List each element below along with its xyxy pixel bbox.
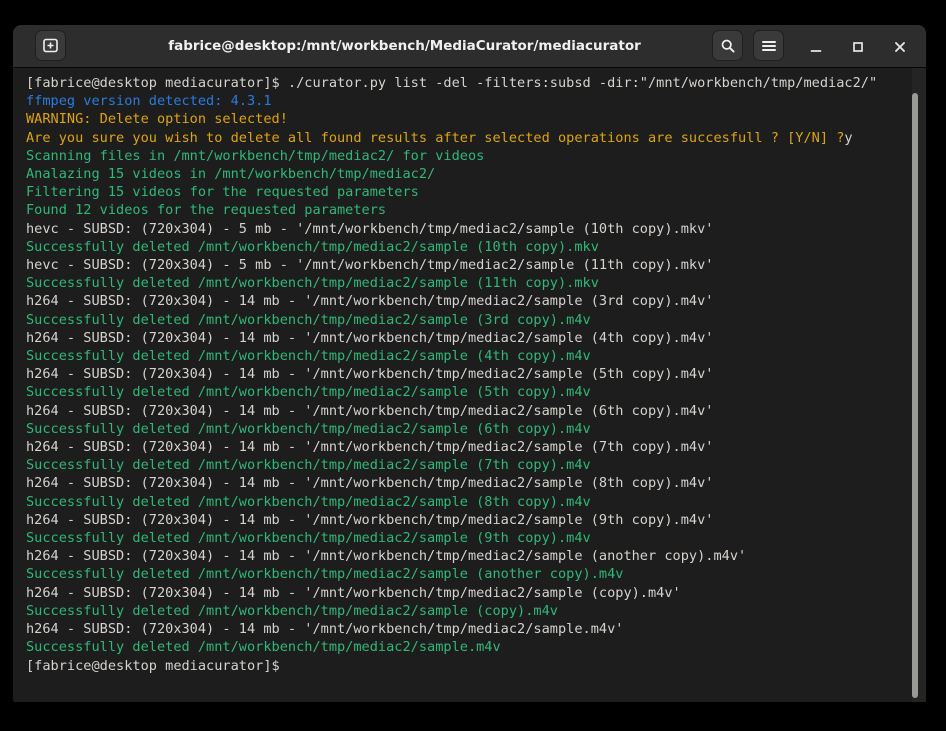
terminal-line: Are you sure you wish to delete all foun… — [26, 129, 926, 147]
terminal-line: Successfully deleted /mnt/workbench/tmp/… — [26, 347, 926, 365]
terminal-line: h264 - SUBSD: (720x304) - 14 mb - '/mnt/… — [26, 438, 926, 456]
terminal-line: h264 - SUBSD: (720x304) - 14 mb - '/mnt/… — [26, 511, 926, 529]
terminal-line: h264 - SUBSD: (720x304) - 14 mb - '/mnt/… — [26, 292, 926, 310]
terminal-line: hevc - SUBSD: (720x304) - 5 mb - '/mnt/w… — [26, 220, 926, 238]
maximize-button[interactable] — [845, 34, 871, 60]
terminal-line: h264 - SUBSD: (720x304) - 14 mb - '/mnt/… — [26, 329, 926, 347]
search-button[interactable] — [712, 30, 743, 61]
new-tab-icon — [42, 37, 59, 54]
menu-icon — [762, 40, 776, 52]
terminal-line: h264 - SUBSD: (720x304) - 14 mb - '/mnt/… — [26, 365, 926, 383]
terminal-line: h264 - SUBSD: (720x304) - 14 mb - '/mnt/… — [26, 402, 926, 420]
window-title: fabrice@desktop:/mnt/workbench/MediaCura… — [133, 25, 676, 67]
terminal-line: h264 - SUBSD: (720x304) - 14 mb - '/mnt/… — [26, 584, 926, 602]
scrollbar-track — [912, 68, 926, 702]
terminal-line: Successfully deleted /mnt/workbench/tmp/… — [26, 565, 926, 583]
terminal-line: Successfully deleted /mnt/workbench/tmp/… — [26, 602, 926, 620]
terminal-line: Successfully deleted /mnt/workbench/tmp/… — [26, 383, 926, 401]
terminal-output[interactable]: [fabrice@desktop mediacurator]$ ./curato… — [13, 68, 926, 702]
headerbar: fabrice@desktop:/mnt/workbench/MediaCura… — [13, 25, 926, 68]
scrollbar-thumb[interactable] — [912, 93, 918, 698]
terminal-line: h264 - SUBSD: (720x304) - 14 mb - '/mnt/… — [26, 547, 926, 565]
close-icon — [893, 40, 907, 54]
close-button[interactable] — [887, 34, 913, 60]
terminal-line: Successfully deleted /mnt/workbench/tmp/… — [26, 420, 926, 438]
terminal-line: Successfully deleted /mnt/workbench/tmp/… — [26, 638, 926, 656]
terminal-line: Successfully deleted /mnt/workbench/tmp/… — [26, 456, 926, 474]
terminal-line: Successfully deleted /mnt/workbench/tmp/… — [26, 238, 926, 256]
terminal-line: Successfully deleted /mnt/workbench/tmp/… — [26, 311, 926, 329]
terminal-line: Analazing 15 videos in /mnt/workbench/tm… — [26, 165, 926, 183]
terminal-line: h264 - SUBSD: (720x304) - 14 mb - '/mnt/… — [26, 620, 926, 638]
terminal-line: WARNING: Delete option selected! — [26, 110, 926, 128]
new-tab-button[interactable] — [35, 30, 66, 61]
terminal-line: Found 12 videos for the requested parame… — [26, 201, 926, 219]
terminal-window: fabrice@desktop:/mnt/workbench/MediaCura… — [13, 25, 926, 702]
minimize-icon — [809, 40, 823, 54]
search-icon — [720, 38, 736, 54]
terminal-line: hevc - SUBSD: (720x304) - 5 mb - '/mnt/w… — [26, 256, 926, 274]
terminal-line: [fabrice@desktop mediacurator]$ — [26, 657, 926, 675]
terminal-line: Successfully deleted /mnt/workbench/tmp/… — [26, 529, 926, 547]
terminal-line: ffmpeg version detected: 4.3.1 — [26, 92, 926, 110]
minimize-button[interactable] — [803, 34, 829, 60]
terminal-line: Scanning files in /mnt/workbench/tmp/med… — [26, 147, 926, 165]
terminal-line: Successfully deleted /mnt/workbench/tmp/… — [26, 274, 926, 292]
terminal-line: [fabrice@desktop mediacurator]$ ./curato… — [26, 74, 926, 92]
terminal-line: h264 - SUBSD: (720x304) - 14 mb - '/mnt/… — [26, 474, 926, 492]
maximize-icon — [851, 40, 865, 54]
menu-button[interactable] — [753, 30, 784, 61]
terminal-line: Successfully deleted /mnt/workbench/tmp/… — [26, 493, 926, 511]
terminal-line: Filtering 15 videos for the requested pa… — [26, 183, 926, 201]
